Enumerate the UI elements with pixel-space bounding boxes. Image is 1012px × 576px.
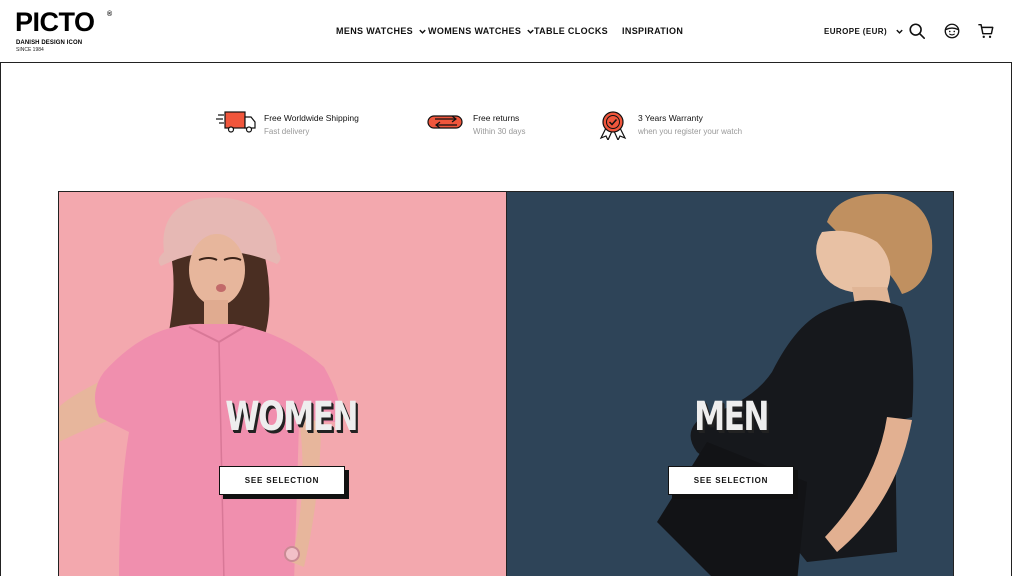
chevron-down-icon <box>896 29 903 34</box>
brand-logo[interactable]: PICTO ® DANISH DESIGN ICON SINCE 1984 <box>15 9 115 55</box>
nav-item-mens-watches[interactable]: MENS WATCHES <box>336 26 427 36</box>
women-see-selection-button[interactable]: SEE SELECTION <box>219 466 345 495</box>
men-model-photo <box>507 192 953 576</box>
chevron-down-icon <box>419 29 426 34</box>
registered-mark: ® <box>107 11 113 18</box>
usp-title: 3 Years Warranty <box>638 113 703 123</box>
nav-item-label: INSPIRATION <box>622 26 684 36</box>
brand-tagline: DANISH DESIGN ICON <box>16 40 83 46</box>
usp-shipping: Free Worldwide Shipping Fast delivery <box>216 110 359 140</box>
account-icon[interactable] <box>943 22 961 40</box>
region-label: EUROPE (EUR) <box>824 27 888 36</box>
brand-since: SINCE 1984 <box>16 47 44 53</box>
warranty-badge-icon <box>599 111 627 140</box>
nav-item-label: MENS WATCHES <box>336 26 414 36</box>
brand-name: PICTO <box>15 7 95 37</box>
hero-category-panels: WOMEN SEE SELECTION MEN SEE SELECTION <box>58 191 954 576</box>
usp-title: Free Worldwide Shipping <box>264 113 359 123</box>
cart-icon[interactable] <box>977 22 995 40</box>
nav-item-womens-watches[interactable]: WOMENS WATCHES <box>428 26 535 36</box>
search-icon[interactable] <box>908 22 926 40</box>
usp-subtitle: when you register your watch <box>638 127 743 136</box>
delivery-truck-icon <box>216 111 256 133</box>
women-category-panel[interactable]: WOMEN SEE SELECTION <box>59 192 506 576</box>
women-title: WOMEN <box>225 394 358 440</box>
usp-warranty: 3 Years Warranty when you register your … <box>594 110 742 140</box>
returns-arrows-icon <box>427 115 463 129</box>
men-see-selection-button[interactable]: SEE SELECTION <box>668 466 794 495</box>
men-category-panel[interactable]: MEN SEE SELECTION <box>506 192 953 576</box>
women-model-photo <box>59 192 506 576</box>
nav-item-table-clocks[interactable]: TABLE CLOCKS <box>534 26 608 36</box>
nav-item-label: TABLE CLOCKS <box>534 26 609 36</box>
region-selector[interactable]: EUROPE (EUR) <box>824 27 904 36</box>
nav-item-inspiration[interactable]: INSPIRATION <box>622 26 683 36</box>
usp-returns: Free returns Within 30 days <box>425 110 525 140</box>
usp-subtitle: Fast delivery <box>264 127 310 136</box>
nav-item-label: WOMENS WATCHES <box>428 26 522 36</box>
site-header: PICTO ® DANISH DESIGN ICON SINCE 1984 ME… <box>0 0 1012 63</box>
usp-title: Free returns <box>473 113 520 123</box>
usp-subtitle: Within 30 days <box>473 127 526 136</box>
men-title: MEN <box>694 394 769 440</box>
